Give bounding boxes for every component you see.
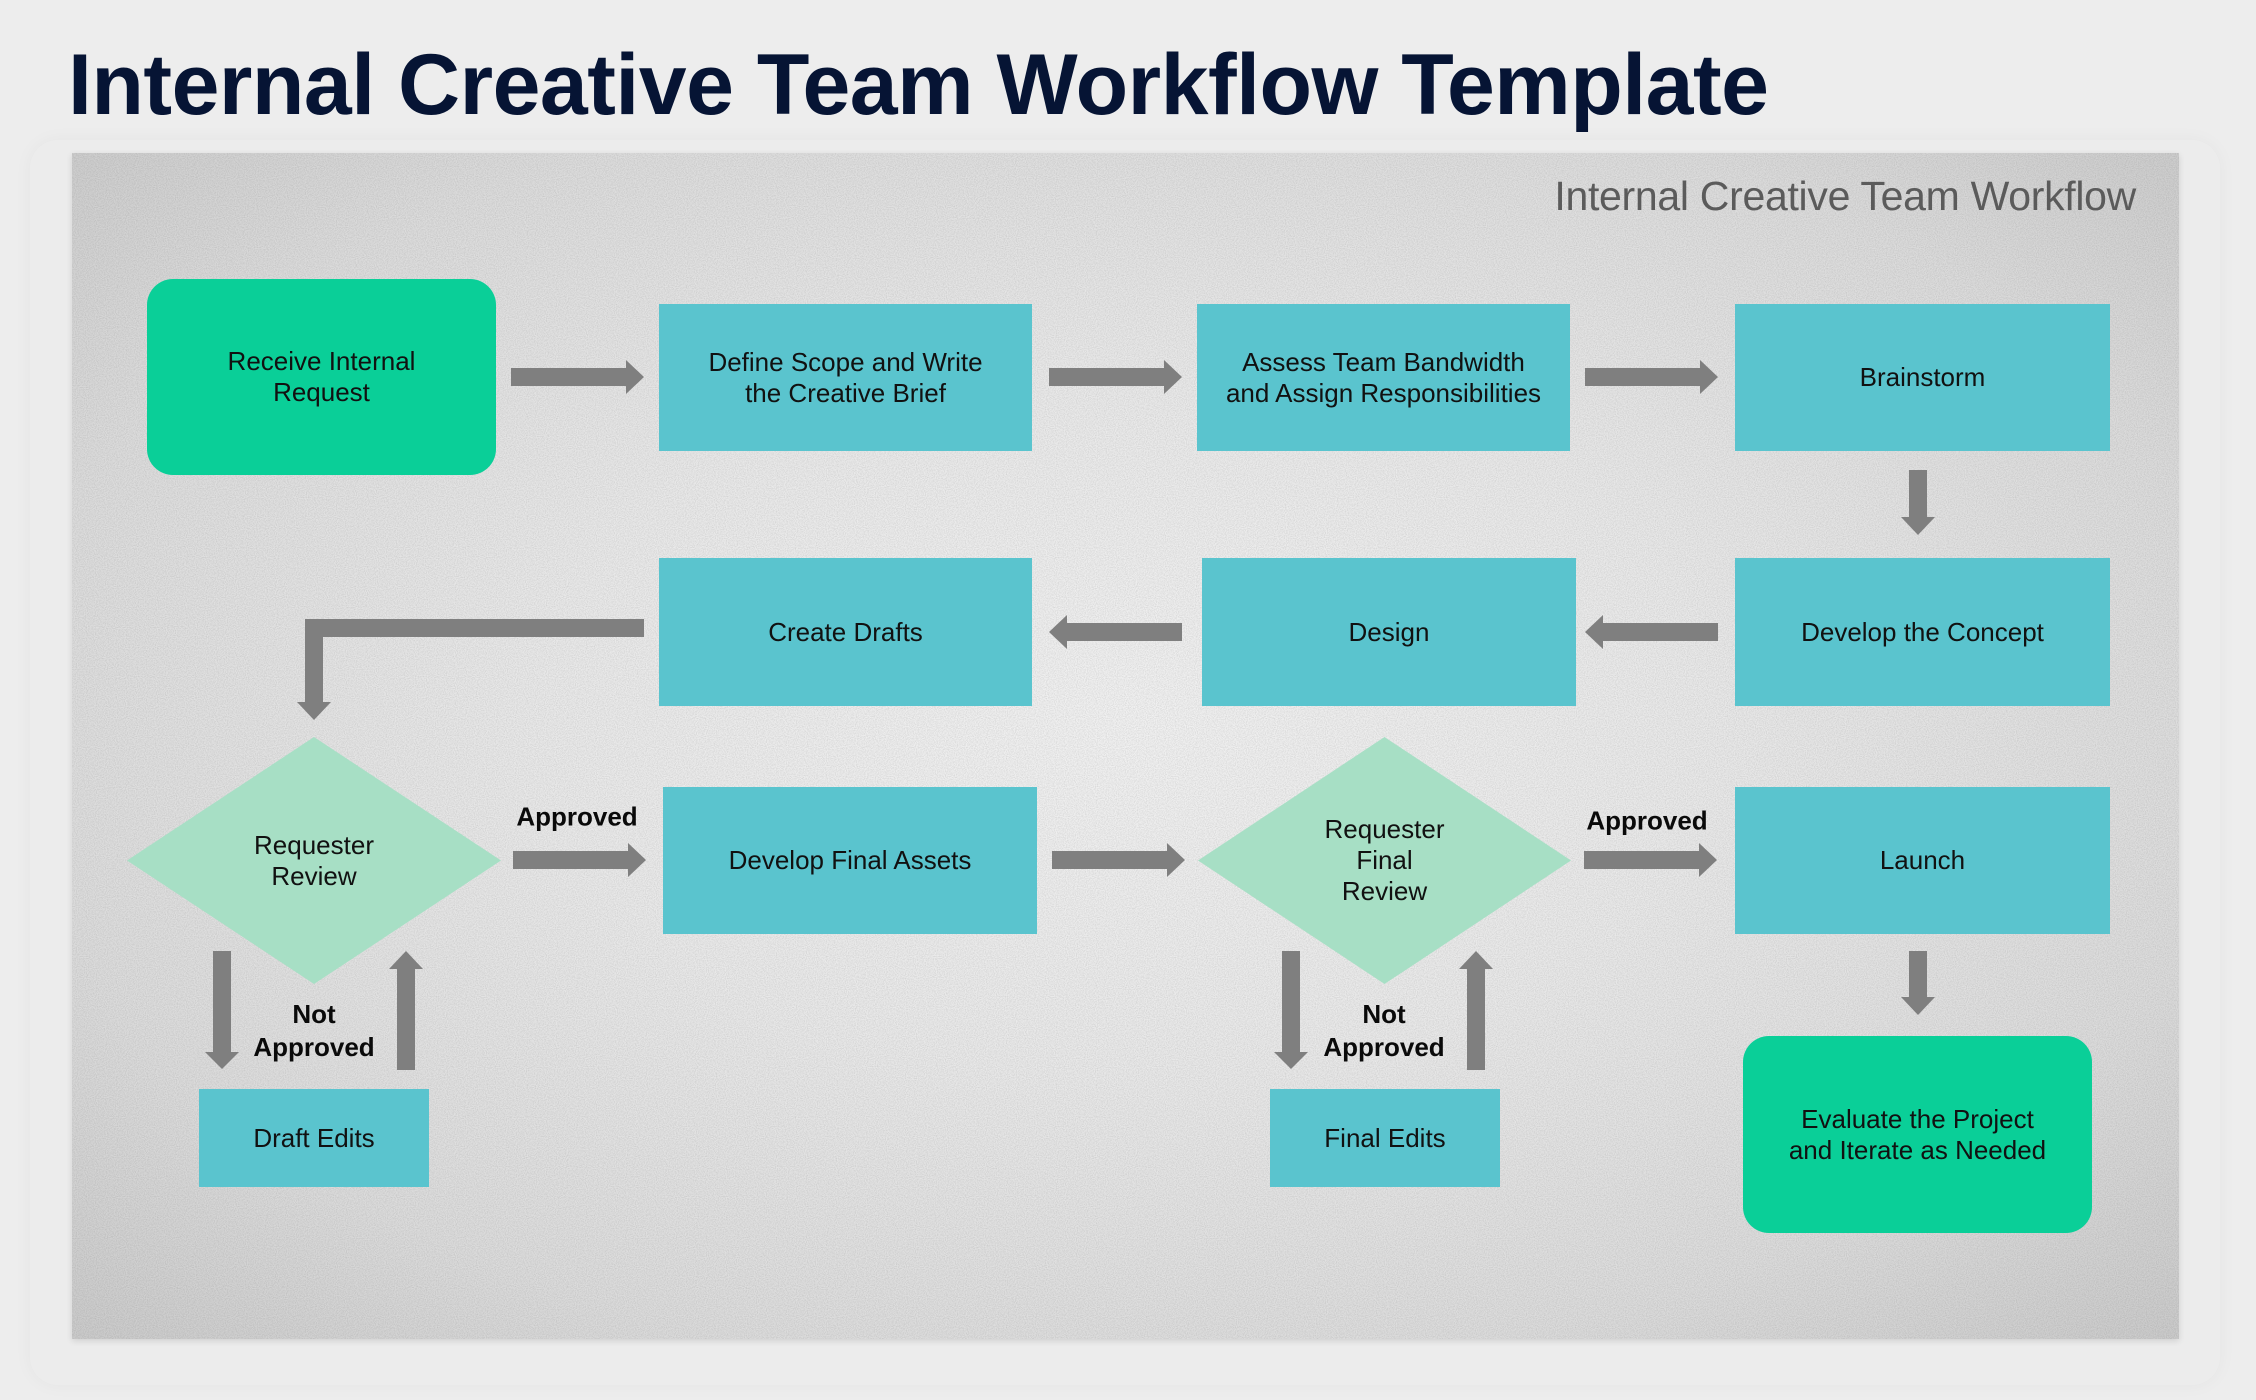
node-receive-request: Receive Internal Request <box>147 279 496 475</box>
node-develop-concept: Develop the Concept <box>1735 558 2110 706</box>
decision-label-line: Requester <box>1324 814 1445 844</box>
node-label-line: Define Scope and Write <box>708 346 983 377</box>
edge-label-line: Approved <box>253 1032 375 1062</box>
node-label-line: the Creative Brief <box>745 377 946 408</box>
node-assess-bandwidth: Assess Team Bandwidth and Assign Respons… <box>1197 304 1570 451</box>
node-label-line: Receive Internal <box>227 346 416 376</box>
node-label-line: and Assign Responsibilities <box>1225 377 1542 408</box>
edge-label-approved: Approved <box>516 801 637 834</box>
node-final-edits: Final Edits <box>1270 1089 1500 1187</box>
node-define-scope: Define Scope and Write the Creative Brie… <box>659 304 1032 451</box>
edge-label-line: Not <box>1362 999 1406 1029</box>
node-label-line: Draft Edits <box>253 1122 375 1153</box>
node-label-line: Final Edits <box>1324 1122 1446 1153</box>
node-label-line: Launch <box>1879 845 1966 875</box>
node-label-line: Design <box>1348 616 1430 647</box>
node-evaluate-project: Evaluate the Project and Iterate as Need… <box>1743 1036 2092 1233</box>
node-label-line: and Iterate as Needed <box>1788 1134 2047 1165</box>
node-label-line: Request <box>273 377 370 407</box>
edge-label-not-approved: Not Approved <box>1323 998 1444 1064</box>
node-create-drafts: Create Drafts <box>659 558 1032 706</box>
edge-label-line: Not <box>292 999 336 1029</box>
edge-label-line: Approved <box>1323 1032 1445 1062</box>
node-brainstorm: Brainstorm <box>1735 304 2110 451</box>
node-develop-final-assets: Develop Final Assets <box>663 787 1037 934</box>
node-label-line: Evaluate the Project <box>1801 1103 2034 1134</box>
node-launch: Launch <box>1735 787 2110 934</box>
node-label-line: Brainstorm <box>1859 362 1986 392</box>
node-label-line: Assess Team Bandwidth <box>1242 346 1525 377</box>
node-label-line: Create Drafts <box>768 616 923 647</box>
node-draft-edits: Draft Edits <box>199 1089 429 1187</box>
decision-requester-final-review: Requester Final Review <box>1198 737 1571 984</box>
decision-label-line: Requester <box>254 829 374 860</box>
edge-label-not-approved: Not Approved <box>253 998 374 1064</box>
decision-label-line: Review <box>1341 876 1428 906</box>
page-title: Internal Creative Team Workflow Template <box>68 37 1769 133</box>
decision-label-line: Final <box>1356 845 1413 875</box>
edge-label-approved: Approved <box>1586 805 1707 838</box>
node-label-line: Develop the Concept <box>1801 616 2044 647</box>
decision-label-line: Review <box>271 860 357 891</box>
diagram-subtitle: Internal Creative Team Workflow <box>1554 173 2136 219</box>
decision-requester-review: Requester Review <box>127 737 501 984</box>
edge-label-line: Approved <box>516 801 638 832</box>
edge-label-line: Approved <box>1586 805 1708 836</box>
node-design: Design <box>1202 558 1576 706</box>
node-label-line: Develop Final Assets <box>728 845 972 875</box>
